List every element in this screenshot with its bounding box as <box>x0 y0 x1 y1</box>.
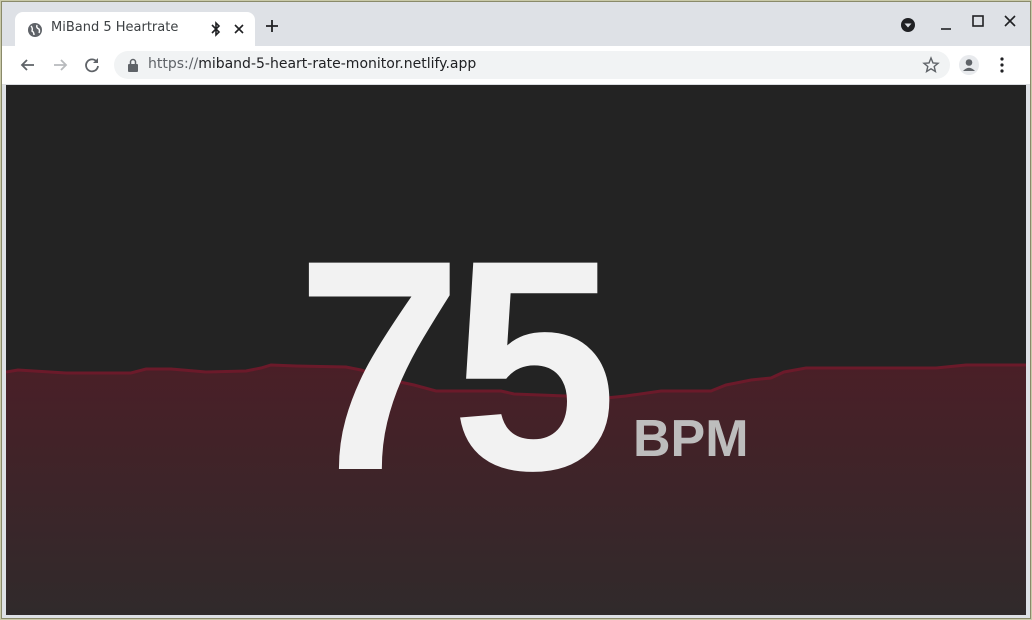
bluetooth-icon <box>211 21 221 37</box>
minimize-icon[interactable] <box>937 16 955 34</box>
tab-strip: MiBand 5 Heartrate <box>2 2 1030 46</box>
tab-miband-heartrate[interactable]: MiBand 5 Heartrate <box>15 12 255 46</box>
heartrate-page: 75 BPM <box>6 85 1026 615</box>
bpm-unit-label: BPM <box>633 410 749 468</box>
bpm-value: 75 <box>296 197 618 533</box>
close-window-icon[interactable] <box>1001 12 1019 30</box>
forward-icon[interactable] <box>50 55 70 75</box>
reload-icon[interactable] <box>82 55 102 75</box>
browser-toolbar: https://miband-5-heart-rate-monitor.netl… <box>2 46 1030 85</box>
bookmark-star-icon[interactable] <box>922 56 940 74</box>
globe-icon <box>28 23 42 37</box>
maximize-icon[interactable] <box>969 12 987 30</box>
address-bar[interactable]: https://miband-5-heart-rate-monitor.netl… <box>114 51 950 79</box>
browser-window: MiBand 5 Heartrate https://miband-5-hear… <box>1 1 1031 619</box>
close-tab-icon[interactable] <box>231 21 247 37</box>
url-host: miband-5-heart-rate-monitor.netlify.app <box>198 56 477 72</box>
back-icon[interactable] <box>18 55 38 75</box>
new-tab-icon[interactable] <box>264 18 280 34</box>
tab-title: MiBand 5 Heartrate <box>51 20 179 35</box>
profile-avatar-icon[interactable] <box>958 54 980 76</box>
url-text: https://miband-5-heart-rate-monitor.netl… <box>148 56 476 72</box>
bpm-readout: 75 BPM <box>296 215 756 515</box>
url-scheme: https:// <box>148 56 199 72</box>
menu-kebab-icon[interactable] <box>992 55 1012 75</box>
tab-search-icon[interactable] <box>899 16 917 34</box>
lock-icon[interactable] <box>127 58 139 72</box>
